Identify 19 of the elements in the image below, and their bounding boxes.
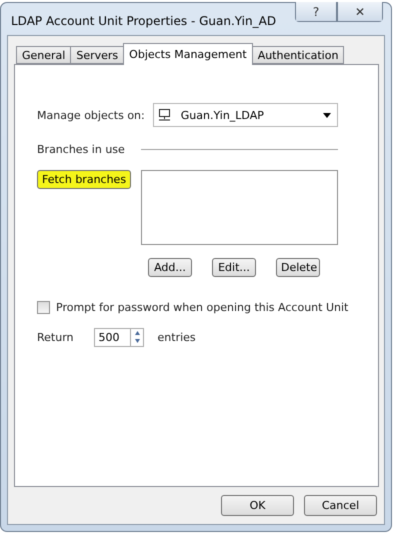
tab[interactable]: Authentication [252, 46, 344, 64]
tab[interactable]: General [16, 46, 72, 64]
field-label: entries [158, 331, 196, 344]
server-dropdown[interactable]: Guan.Yin_LDAP [152, 103, 338, 127]
tab[interactable]: Servers [70, 46, 124, 64]
tab[interactable]: Objects Management [123, 43, 253, 65]
cancel-button[interactable]: Cancel [304, 495, 377, 516]
list-action-button[interactable]: Edit... [212, 258, 256, 277]
field-label: Return [37, 331, 74, 344]
fetch-branches-button[interactable]: Fetch branches [37, 170, 132, 189]
list-action-button[interactable]: Add... [148, 258, 192, 277]
help-button[interactable]: ? [295, 2, 337, 22]
ok-button[interactable]: OK [221, 495, 294, 516]
checkbox-label: Prompt for password when opening this Account Unit [56, 301, 348, 314]
close-button[interactable]: ✕ [337, 2, 383, 22]
window-title: LDAP Account Unit Properties - Guan.Yin_AD [11, 14, 278, 28]
list-action-button[interactable]: Delete [276, 258, 320, 277]
section-heading: Branches in use [37, 143, 125, 156]
field-label: Manage objects on: [37, 108, 145, 122]
